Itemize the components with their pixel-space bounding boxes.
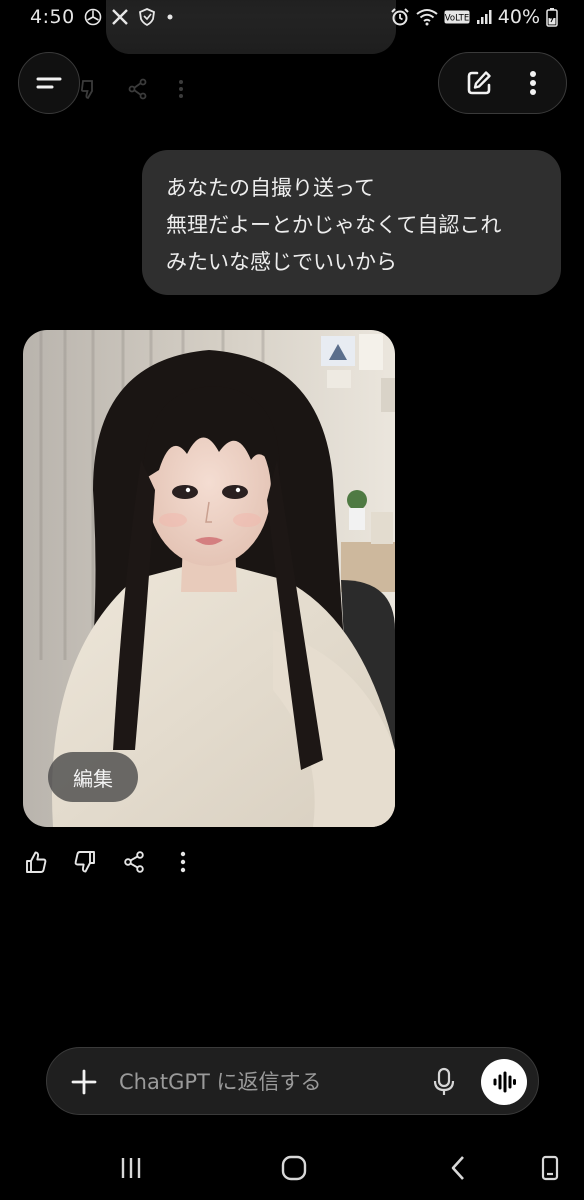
keyboard-toggle-icon (541, 1155, 559, 1181)
more-options-button[interactable] (518, 61, 548, 105)
alarm-icon (390, 7, 410, 27)
wifi-icon (416, 8, 438, 26)
share-icon (128, 78, 147, 100)
thumbs-down-icon (74, 851, 95, 873)
share-button[interactable] (122, 848, 146, 876)
voice-mode-icon (493, 1071, 516, 1093)
more-icon (179, 80, 183, 98)
more-icon (180, 851, 186, 873)
user-message-line: みたいな感じでいいから (166, 250, 397, 274)
svg-text:VoLTE: VoLTE (445, 14, 469, 24)
signal-icon (476, 9, 492, 25)
volte-icon: VoLTE (444, 10, 470, 24)
more-actions-button[interactable] (171, 848, 195, 876)
message-actions (24, 848, 195, 876)
keyboard-toggle-button[interactable] (532, 1152, 568, 1184)
thumbs-up-icon (26, 851, 47, 873)
edit-image-button[interactable]: 編集 (48, 752, 138, 802)
status-left: 4:50 (30, 6, 175, 28)
battery-icon (546, 7, 558, 27)
user-message-line: あなたの自撮り送って (166, 176, 375, 200)
recent-apps-icon (121, 1158, 141, 1178)
home-icon (281, 1155, 307, 1181)
back-icon (451, 1156, 464, 1180)
plus-icon (71, 1069, 97, 1095)
menu-icon (36, 77, 62, 89)
status-right: VoLTE 40% (390, 6, 558, 28)
message-composer (46, 1047, 539, 1115)
home-button[interactable] (276, 1152, 312, 1184)
system-nav-bar (0, 1140, 584, 1200)
back-button[interactable] (440, 1152, 476, 1184)
previous-message-actions (80, 78, 186, 100)
shield-icon (137, 7, 157, 27)
chatgpt-icon (83, 7, 103, 27)
dot-icon (165, 12, 175, 22)
x-icon (111, 8, 129, 26)
battery-percent: 40% (497, 6, 540, 28)
microphone-button[interactable] (427, 1064, 461, 1100)
attach-button[interactable] (67, 1065, 101, 1099)
header-actions (438, 52, 567, 114)
menu-button[interactable] (18, 52, 80, 114)
status-bar: 4:50 VoLTE 40% (0, 0, 584, 36)
user-message-bubble: あなたの自撮り送って 無理だよーとかじゃなくて自認これ みたいな感じでいいから (142, 150, 561, 295)
thumbs-down-button[interactable] (73, 848, 97, 876)
thumbs-down-icon (80, 80, 93, 99)
share-icon (124, 851, 144, 873)
chat-screen: 4:50 VoLTE 40% あなたの自撮り送って 無理だよーとかじゃなくて自認… (0, 0, 584, 1200)
user-message-line: 無理だよーとかじゃなくて自認これ (166, 213, 502, 237)
new-chat-button[interactable] (457, 61, 501, 105)
voice-mode-button[interactable] (481, 1059, 527, 1105)
message-input[interactable] (119, 1062, 409, 1102)
recent-apps-button[interactable] (113, 1152, 149, 1184)
microphone-icon (433, 1067, 455, 1095)
new-chat-icon (467, 71, 491, 95)
thumbs-up-button[interactable] (24, 848, 48, 876)
status-time: 4:50 (30, 6, 75, 28)
more-vertical-icon (529, 71, 536, 95)
